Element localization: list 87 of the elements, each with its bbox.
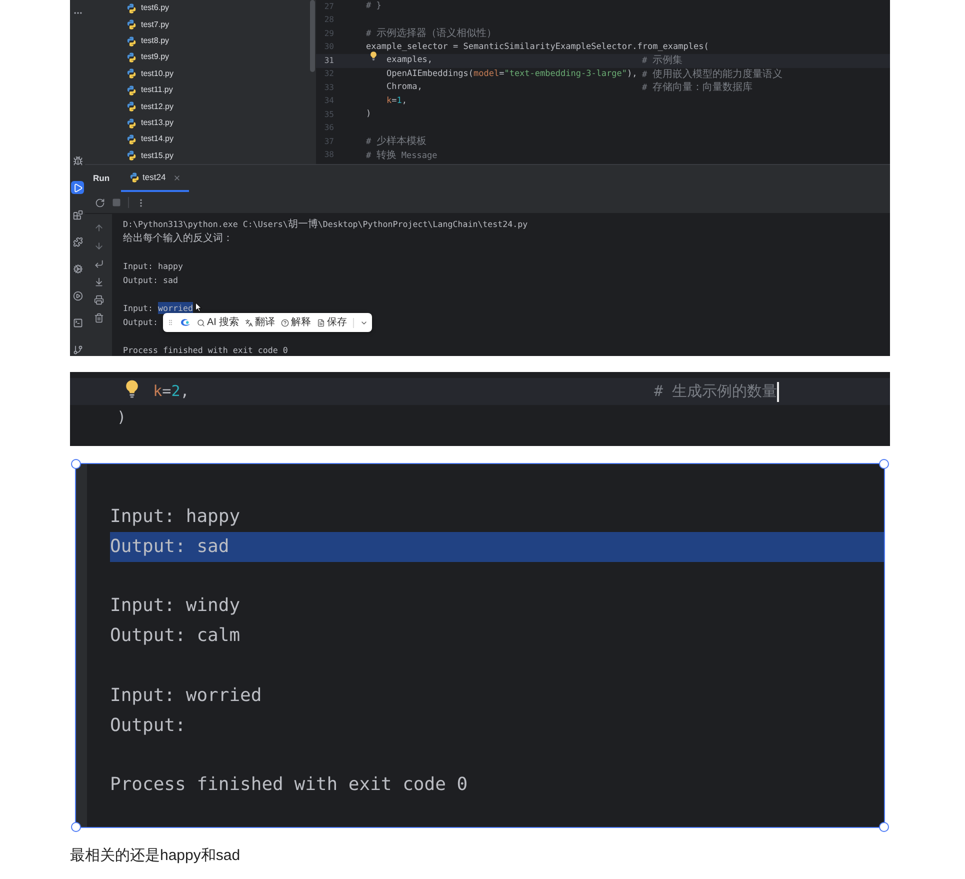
file-name[interactable]: test12.py	[141, 102, 174, 111]
popup-action[interactable]: 翻译	[245, 318, 276, 328]
scroll-to-end-icon[interactable]	[94, 277, 104, 287]
python-file-icon	[126, 19, 137, 30]
file-name[interactable]: test9.py	[141, 53, 170, 62]
console-line: Input: happy	[110, 505, 242, 529]
file-name[interactable]: test11.py	[141, 86, 173, 94]
console-text: D:\Python313\python.exe C:\Users\胡一博\Desktop\PythonProject\LangChain\test24.py	[123, 218, 528, 232]
python-file-icon	[126, 84, 137, 96]
printer-icon[interactable]	[94, 295, 104, 305]
branch-icon[interactable]	[71, 343, 84, 356]
console-line: Process finished with exit code 0	[110, 773, 469, 798]
console-line: Output: calm	[110, 624, 242, 648]
selected-text: worried	[158, 302, 193, 314]
help-circle-icon	[281, 318, 290, 326]
puzzle-icon[interactable]	[71, 235, 84, 248]
arrow-up-icon[interactable]	[94, 223, 104, 233]
console-line: Input: windy	[110, 594, 242, 618]
python-file-icon	[126, 68, 137, 80]
code-line: # 少样本模板	[366, 134, 426, 150]
file-name[interactable]: test14.py	[141, 135, 174, 144]
caption-text: 最相关的还是happy和sad	[70, 846, 242, 866]
translate-icon	[245, 318, 254, 326]
code-comment: # 示例集	[642, 54, 682, 68]
popup-action[interactable]: AI 搜索	[197, 318, 240, 328]
blocks-icon[interactable]	[71, 208, 84, 221]
console-text: Input:	[123, 302, 154, 314]
code-line: # }	[366, 0, 382, 14]
resize-handle[interactable]	[71, 459, 81, 469]
resize-handle[interactable]	[879, 822, 889, 832]
code-line: # 示例选择器（语义相似性）	[366, 26, 496, 42]
console-line: Output:	[110, 714, 187, 738]
code-line: k=1,	[386, 94, 407, 108]
document-icon	[317, 318, 326, 326]
popup-action[interactable]: 保存	[317, 318, 348, 328]
panel-title: Run	[92, 172, 110, 185]
arrow-down-icon[interactable]	[94, 241, 104, 251]
code-line: Chroma,	[386, 81, 422, 94]
code-line: k=2,	[153, 381, 190, 402]
file-name[interactable]: test10.py	[141, 70, 174, 78]
lightbulb-icon[interactable]	[125, 379, 139, 400]
file-name[interactable]: test15.py	[141, 152, 174, 160]
python-file-icon	[126, 36, 137, 47]
console-text: Output: sad	[123, 274, 178, 286]
search-icon	[197, 318, 205, 326]
resize-handle[interactable]	[879, 459, 889, 469]
code-line: )	[117, 407, 126, 428]
code-comment: # 存储向量：向量数据库	[642, 80, 752, 96]
python-file-icon	[126, 134, 137, 145]
console-text: Input: happy	[123, 260, 183, 272]
file-name[interactable]: test6.py	[141, 4, 170, 12]
run-tab[interactable]: test24	[120, 165, 189, 192]
console-line: Input: worried	[110, 684, 263, 708]
rerun-icon[interactable]	[95, 198, 105, 208]
python-file-icon	[126, 118, 137, 129]
code-comment: # 生成示例的数量	[654, 381, 778, 402]
python-file-icon	[126, 52, 137, 63]
code-line: example_selector = SemanticSimilarityExampleSelector.from_examples(	[366, 40, 709, 54]
code-line: # 转换 Message	[366, 148, 438, 163]
file-name[interactable]: test7.py	[141, 20, 170, 29]
python-file-icon	[128, 172, 140, 183]
resize-handle[interactable]	[71, 822, 81, 832]
code-line: examples,	[386, 54, 433, 68]
wrap-icon[interactable]	[94, 259, 104, 269]
console-text: Process finished with exit code 0	[123, 344, 288, 356]
python-file-icon	[126, 2, 137, 14]
code-comment: # 使用嵌入模型的能力度量语义	[642, 68, 782, 82]
terminal-icon[interactable]	[71, 316, 84, 329]
play-circle-icon[interactable]	[71, 289, 84, 302]
popup-action[interactable]: 解释	[281, 318, 312, 328]
code-line: OpenAIEmbeddings(model="text-embedding-3-large"),	[386, 68, 638, 81]
line-number: 31	[323, 54, 334, 67]
console-text: 给出每个输入的反义词：	[123, 232, 233, 246]
code-line: )	[366, 108, 372, 122]
swirl-logo-icon[interactable]	[180, 318, 191, 327]
bug-icon[interactable]	[71, 154, 84, 167]
play-icon[interactable]	[71, 181, 84, 194]
cog-icon[interactable]	[71, 262, 84, 275]
console-text: Output:	[123, 316, 158, 328]
python-file-icon	[126, 150, 137, 162]
python-file-icon	[126, 101, 137, 112]
file-name[interactable]: test8.py	[141, 37, 170, 46]
file-name[interactable]: test13.py	[141, 119, 174, 128]
lightbulb-icon[interactable]	[370, 51, 377, 62]
trash-icon[interactable]	[94, 313, 104, 323]
scrollbar-thumb[interactable]	[310, 0, 315, 72]
close-icon[interactable]	[172, 174, 181, 182]
